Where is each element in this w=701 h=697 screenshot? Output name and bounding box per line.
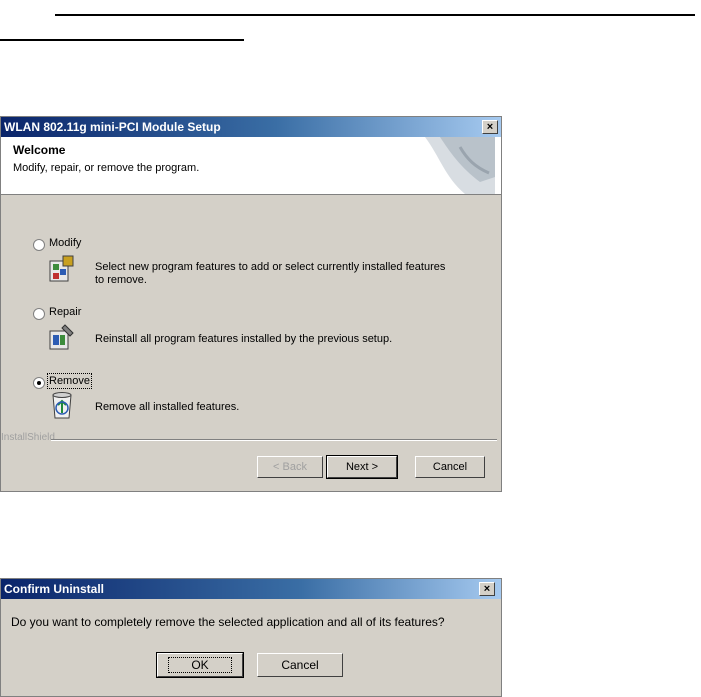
setup-close-button[interactable]: × bbox=[482, 120, 498, 134]
repair-label[interactable]: Repair bbox=[49, 306, 81, 318]
setup-wizard-art-icon bbox=[425, 137, 495, 194]
header-title: Welcome bbox=[13, 143, 66, 157]
back-button[interactable]: < Back bbox=[257, 456, 323, 478]
confirm-message: Do you want to completely remove the sel… bbox=[11, 615, 445, 629]
next-button[interactable]: Next > bbox=[326, 455, 398, 479]
modify-radio[interactable] bbox=[33, 239, 45, 251]
modify-features-icon bbox=[49, 255, 74, 282]
confirm-close-button[interactable]: × bbox=[479, 582, 495, 596]
page-rule-second bbox=[0, 39, 244, 41]
setup-dialog: WLAN 802.11g mini-PCI Module Setup × Wel… bbox=[0, 116, 502, 492]
remove-description: Remove all installed features. bbox=[95, 401, 240, 413]
recycle-bin-icon bbox=[52, 392, 72, 419]
confirm-uninstall-dialog: Confirm Uninstall × Do you want to compl… bbox=[0, 578, 502, 697]
repair-description: Reinstall all program features installed… bbox=[95, 333, 393, 345]
repair-tools-icon bbox=[49, 324, 74, 350]
setup-title: WLAN 802.11g mini-PCI Module Setup bbox=[4, 120, 221, 134]
setup-title-bar[interactable]: WLAN 802.11g mini-PCI Module Setup bbox=[1, 117, 501, 137]
repair-radio[interactable] bbox=[33, 308, 45, 320]
header-subtitle: Modify, repair, or remove the program. bbox=[13, 162, 200, 174]
confirm-cancel-button[interactable]: Cancel bbox=[257, 653, 343, 677]
remove-label[interactable]: Remove bbox=[47, 373, 92, 389]
setup-cancel-button[interactable]: Cancel bbox=[415, 456, 485, 478]
ok-button-label: OK bbox=[168, 657, 232, 673]
modify-label[interactable]: Modify bbox=[49, 237, 81, 249]
brand-divider bbox=[51, 439, 497, 441]
setup-header-panel: Welcome Modify, repair, or remove the pr… bbox=[1, 137, 501, 195]
confirm-title-bar[interactable]: Confirm Uninstall bbox=[1, 579, 501, 599]
modify-description: Select new program features to add or se… bbox=[95, 261, 446, 286]
ok-button[interactable]: OK bbox=[156, 652, 244, 678]
page-rule-top bbox=[55, 14, 695, 16]
confirm-title: Confirm Uninstall bbox=[4, 582, 105, 596]
remove-radio[interactable] bbox=[33, 377, 45, 389]
installshield-brand: InstallShield bbox=[1, 432, 55, 443]
